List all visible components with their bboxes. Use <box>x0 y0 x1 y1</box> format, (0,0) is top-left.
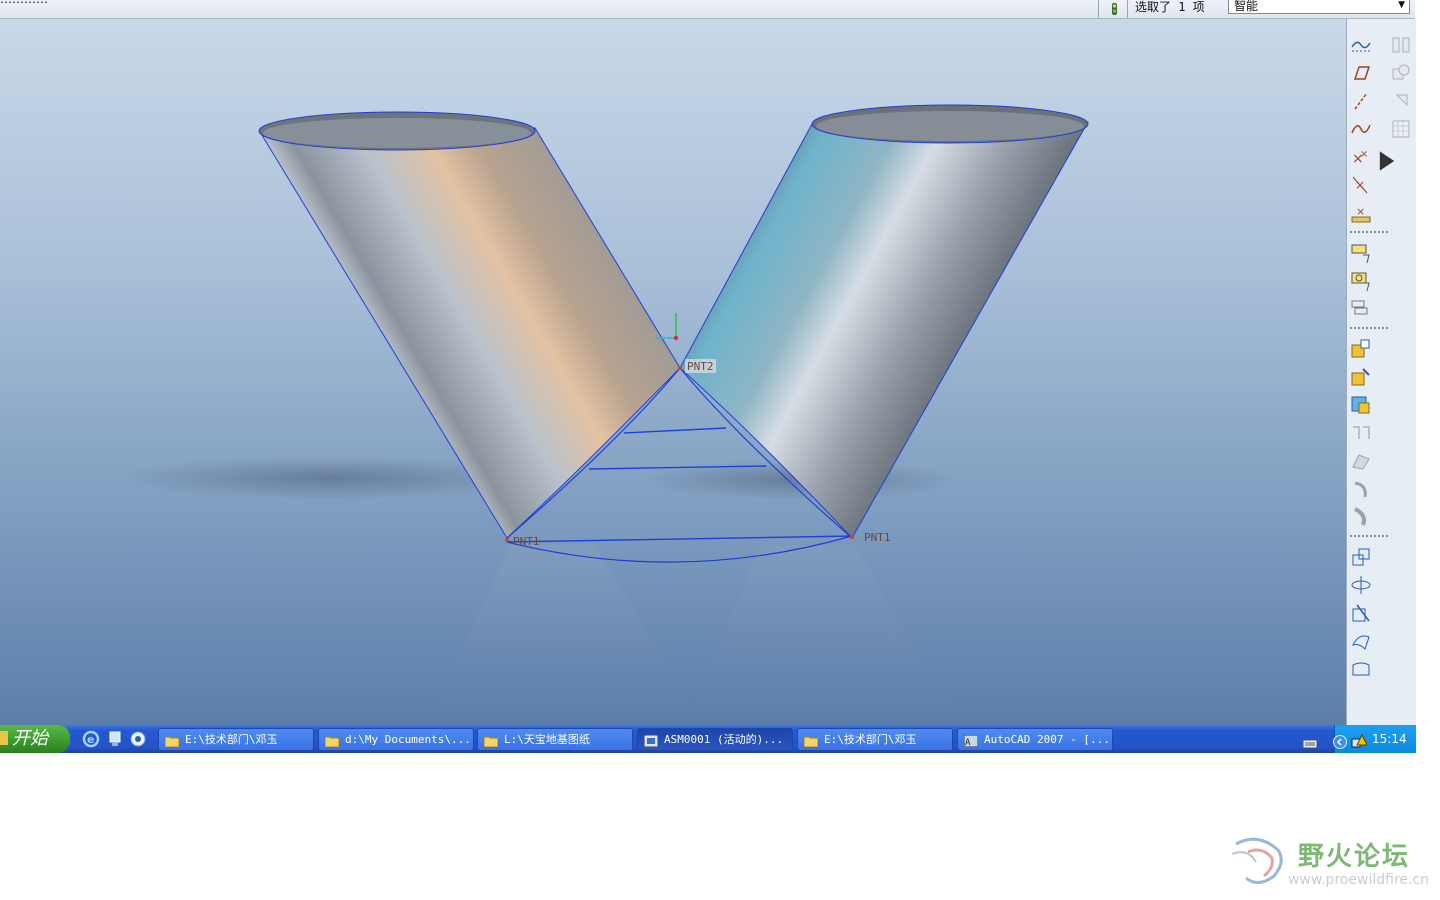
taskbar-button[interactable]: d:\My Documents\... <box>318 728 474 751</box>
right-cylinder-inner <box>816 111 1084 141</box>
windows-flag-icon <box>0 731 8 745</box>
network-warning-icon[interactable] <box>1351 731 1368 748</box>
layer-copy-icon[interactable] <box>1349 269 1373 293</box>
datum-point-marker[interactable] <box>678 366 682 370</box>
separator <box>1350 231 1388 235</box>
svg-text:×: × <box>1360 149 1368 160</box>
rotate-icon[interactable] <box>1349 573 1373 597</box>
boundary-icon[interactable] <box>1349 657 1373 681</box>
layer-tree-icon[interactable] <box>1349 241 1373 265</box>
grid-icon[interactable] <box>1389 117 1413 141</box>
mirror-surface-icon[interactable] <box>1389 33 1413 57</box>
taskbar-button-label: E:\技术部门\邓玉 <box>824 733 917 746</box>
graphics-viewport[interactable]: PNT2 PNT1 PNT1 <box>0 19 1346 725</box>
taskbar-button-label: E:\技术部门\邓玉 <box>185 733 278 746</box>
svg-text:×: × <box>1356 205 1365 218</box>
trim-icon[interactable] <box>1389 89 1413 113</box>
datum-curve-icon[interactable] <box>1349 117 1373 141</box>
taskbar-button[interactable]: E:\技术部门\邓玉 <box>797 728 953 751</box>
floor-reflection <box>430 545 700 720</box>
right-toolbar: × × × × <box>1346 19 1416 725</box>
folder-icon <box>803 733 819 748</box>
ie-icon[interactable]: e <box>82 730 100 748</box>
datum-point-marker[interactable] <box>850 535 854 539</box>
taskbar-button[interactable]: E:\技术部门\邓玉 <box>158 728 314 751</box>
revolve-icon[interactable] <box>1349 477 1373 501</box>
watermark-title: 野火论坛 <box>1298 842 1411 872</box>
svg-text:×: × <box>1355 178 1365 192</box>
sweep-icon[interactable] <box>1349 505 1373 529</box>
datum-point-marker[interactable] <box>505 538 509 542</box>
layer-group-icon[interactable] <box>1349 297 1373 321</box>
datum-point-offset-icon[interactable]: × <box>1349 173 1373 197</box>
datum-axis-icon[interactable] <box>1349 89 1373 113</box>
surface-icon[interactable] <box>1349 629 1373 653</box>
folder-icon <box>483 733 499 748</box>
chevron-right-icon[interactable] <box>1375 149 1395 171</box>
media-icon[interactable] <box>129 730 147 748</box>
chevron-down-icon: ▼ <box>1398 0 1405 10</box>
selection-filter-value: 智能 <box>1234 0 1259 13</box>
start-button[interactable]: 开始 <box>0 725 70 753</box>
extrude-icon[interactable] <box>1349 449 1373 473</box>
selection-filter-select[interactable]: 智能 ▼ <box>1228 0 1410 14</box>
component-package-icon[interactable] <box>1349 365 1373 389</box>
move-icon[interactable] <box>1349 601 1373 625</box>
forum-watermark: 野火论坛 www.proewildfire.cn <box>1228 832 1440 892</box>
taskbar-button-label: d:\My Documents\... <box>345 733 471 746</box>
separator <box>1098 0 1099 18</box>
taskbar-button-label: ASM0001 (活动的)... <box>664 733 784 746</box>
forum-logo-icon <box>1231 837 1283 884</box>
svg-text:A: A <box>965 738 971 747</box>
merge-icon[interactable] <box>1389 61 1413 85</box>
autocad-icon: A <box>963 733 979 748</box>
folder-icon <box>324 733 340 748</box>
datum-point-label[interactable]: PNT1 <box>513 535 540 548</box>
datum-point-label[interactable]: PNT2 <box>687 360 714 373</box>
taskbar-button[interactable]: ASM0001 (活动的)... <box>637 728 793 751</box>
start-label: 开始 <box>12 728 48 749</box>
svg-text:e: e <box>87 733 94 746</box>
component-add-icon[interactable] <box>1349 337 1373 361</box>
datum-point-icon[interactable]: × × <box>1349 145 1373 169</box>
clock[interactable]: 15:14 <box>1372 725 1407 753</box>
sketch-datum-icon[interactable] <box>1349 33 1373 57</box>
traffic-light-icon[interactable] <box>1103 0 1125 17</box>
left-cylinder-inner <box>263 118 531 148</box>
component-create-icon[interactable] <box>1349 393 1373 417</box>
watermark-url: www.proewildfire.cn <box>1288 872 1430 888</box>
taskbar-button-label: AutoCAD 2007 - [... <box>984 733 1110 746</box>
taskbar-button-label: L:\天宝地基图纸 <box>504 733 590 746</box>
separator <box>1127 0 1128 18</box>
taskbar: 开始 e E:\技术部门\邓玉 d:\My Documents\... L:\天宝地… <box>0 725 1416 753</box>
proe-icon <box>643 733 659 748</box>
keyboard-icon[interactable] <box>1302 732 1318 749</box>
datum-point-field-icon[interactable]: × <box>1349 201 1373 225</box>
datum-point-label[interactable]: PNT1 <box>864 531 891 544</box>
status-bar: ………… 选取了 1 项 智能 ▼ <box>0 0 1415 19</box>
taskbar-button[interactable]: A AutoCAD 2007 - [... <box>957 728 1113 751</box>
status-fragment: ………… <box>0 0 48 6</box>
system-tray: 15:14 <box>1302 725 1416 753</box>
floor-reflection <box>690 545 960 720</box>
section-line[interactable] <box>623 427 727 434</box>
copy-transform-icon[interactable] <box>1349 545 1373 569</box>
separator <box>1350 327 1388 331</box>
selection-status: 选取了 1 项 <box>1135 0 1205 14</box>
section-line[interactable] <box>506 535 853 543</box>
chevron-left-icon[interactable] <box>1333 731 1347 749</box>
folder-icon <box>164 733 180 748</box>
desktop-icon[interactable] <box>106 730 124 748</box>
mirror-icon[interactable] <box>1349 421 1373 445</box>
taskbar-button[interactable]: L:\天宝地基图纸 <box>477 728 633 751</box>
datum-plane-icon[interactable] <box>1349 61 1373 85</box>
separator <box>1350 535 1388 539</box>
